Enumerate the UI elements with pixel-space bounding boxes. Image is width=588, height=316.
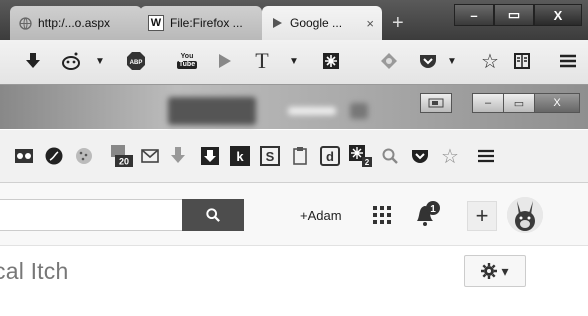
- settings-dropdown-button[interactable]: ▾: [464, 255, 526, 287]
- menu-icon[interactable]: [558, 50, 578, 72]
- reddit-icon[interactable]: [60, 50, 82, 72]
- tab-label: File:Firefox ...: [170, 16, 243, 30]
- k-icon[interactable]: k: [230, 146, 250, 166]
- tab-strip: http:/...o.aspx W File:Firefox ... Googl…: [0, 0, 588, 40]
- adblock-icon[interactable]: ABP: [122, 50, 150, 72]
- tag-icon[interactable]: [378, 50, 400, 72]
- minimize-button[interactable]: –: [454, 4, 494, 26]
- apps-grid-icon[interactable]: [373, 206, 391, 224]
- share-plus-button[interactable]: +: [467, 201, 497, 231]
- notification-count: 1: [430, 204, 436, 215]
- puzzle-2-icon[interactable]: 2: [348, 145, 374, 167]
- tab-aspx[interactable]: http:/...o.aspx: [10, 6, 142, 40]
- play-icon: [270, 16, 284, 30]
- tab-label: http:/...o.aspx: [38, 16, 111, 30]
- download-arrow-icon[interactable]: [24, 50, 42, 72]
- mail-icon[interactable]: [140, 146, 160, 166]
- blurred-text: [288, 107, 336, 115]
- gear-icon: [481, 263, 498, 279]
- avatar[interactable]: [507, 197, 543, 233]
- pinterest-icon[interactable]: [44, 146, 64, 166]
- search-icon: [206, 208, 220, 222]
- star-outline-icon[interactable]: ☆: [440, 146, 460, 168]
- blurred-button: [168, 97, 256, 125]
- youtube-you-text: You: [180, 53, 194, 60]
- inner-close-button[interactable]: X: [534, 93, 580, 113]
- maximize-button[interactable]: ▭: [494, 4, 534, 26]
- youtube-tube-text: Tube: [176, 61, 198, 69]
- reader-icon[interactable]: [512, 50, 532, 72]
- notifications-bell-icon[interactable]: 1: [413, 201, 441, 229]
- user-link[interactable]: +Adam: [300, 208, 342, 223]
- chevron-down-icon[interactable]: ▼: [94, 50, 106, 72]
- youtube-icon[interactable]: You Tube: [176, 50, 198, 72]
- search-input[interactable]: [0, 199, 182, 231]
- search-icon[interactable]: [380, 146, 400, 166]
- tab-google[interactable]: Google ... ×: [262, 6, 382, 40]
- inner-minimize-button[interactable]: –: [472, 93, 504, 113]
- star-outline-icon[interactable]: ☆: [480, 50, 500, 73]
- google-bar: +Adam 1 +: [0, 183, 588, 246]
- puzzle-icon[interactable]: [320, 50, 342, 72]
- pocket-icon[interactable]: [418, 50, 438, 72]
- S-icon[interactable]: S: [260, 146, 280, 166]
- abp-text: ABP: [130, 60, 143, 66]
- nav-toolbar: ▼ ABP You Tube T ▼ ▼ ☆: [0, 40, 588, 85]
- search-button[interactable]: [182, 199, 244, 231]
- menu-icon[interactable]: [476, 146, 496, 166]
- d-icon[interactable]: d: [320, 146, 340, 166]
- globe-icon: [18, 16, 32, 30]
- close-window-button[interactable]: X: [534, 4, 582, 26]
- badge-count: 20: [119, 157, 129, 167]
- chevron-down-icon[interactable]: ▼: [446, 50, 458, 72]
- play-arrow-icon[interactable]: [215, 50, 235, 72]
- browser-window: http:/...o.aspx W File:Firefox ... Googl…: [0, 0, 588, 316]
- new-tab-button[interactable]: +: [392, 12, 404, 35]
- cookie-icon[interactable]: [74, 146, 94, 166]
- download-icon[interactable]: [168, 146, 188, 166]
- glasses-icon[interactable]: [14, 146, 34, 166]
- tab-label: Google ...: [290, 16, 343, 30]
- badge-2-count: 2: [365, 158, 370, 167]
- page-title: cal Itch: [0, 258, 69, 284]
- pocket-icon[interactable]: [410, 146, 430, 166]
- badge-20-icon[interactable]: 20: [108, 145, 134, 167]
- window-controls: – ▭ X: [454, 4, 582, 26]
- inner-maximize-button[interactable]: ▭: [503, 93, 535, 113]
- blurred-icon: [350, 103, 368, 119]
- clipboard-icon[interactable]: [290, 146, 310, 166]
- tab-file-firefox[interactable]: W File:Firefox ...: [140, 6, 262, 40]
- chevron-down-icon: ▾: [501, 262, 509, 279]
- close-tab-icon[interactable]: ×: [366, 16, 374, 31]
- chevron-down-icon[interactable]: ▼: [288, 50, 300, 72]
- text-T-icon[interactable]: T: [252, 48, 272, 73]
- wikipedia-icon: W: [148, 15, 164, 31]
- addon-toolbar: 20 k S d 2 ☆: [0, 130, 588, 183]
- inner-restore-icon[interactable]: [420, 93, 452, 113]
- down-arrow-icon[interactable]: [200, 146, 220, 166]
